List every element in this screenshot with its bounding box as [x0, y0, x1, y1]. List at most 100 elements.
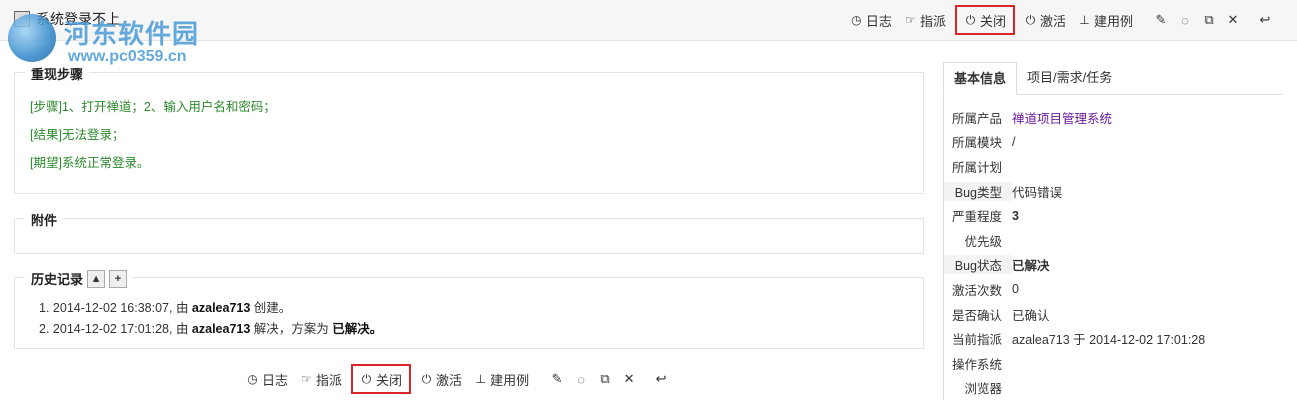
info-row-browser: 浏览器 [944, 376, 1283, 401]
activate-label: 激活 [1039, 13, 1066, 29]
history-action: 解决，方案为 [250, 322, 333, 336]
hand-point-icon: ☞ [905, 13, 916, 27]
info-label: Bug状态 [944, 255, 1012, 275]
comment-button[interactable]: ◌ [1173, 10, 1197, 30]
history-by: , 由 [169, 322, 192, 336]
info-label: 操作系统 [951, 357, 1002, 372]
basic-info-list: 所属产品 禅道项目管理系统 所属模块 / 所属计划 Bug类型 代码错误 严重程度 3 … [943, 95, 1283, 401]
info-row-activated: 激活次数 0 [944, 277, 1283, 302]
pencil-icon: ✎ [1155, 12, 1167, 27]
info-row-type: Bug类型 代码错误 [944, 179, 1283, 204]
close-label: 关闭 [979, 13, 1006, 29]
clock-icon: ◷ [851, 13, 862, 27]
info-label: 所属模块 [951, 136, 1002, 151]
steps-legend: 重现步骤 [25, 64, 90, 83]
expand-all-history-button[interactable]: + [109, 269, 128, 288]
log-button[interactable]: ◷ 日志 [844, 8, 898, 32]
copy-button[interactable]: ⧉ [593, 369, 617, 389]
assign-button[interactable]: ☞ 指派 [898, 8, 952, 32]
info-row-os: 操作系统 [944, 351, 1283, 376]
create-case-label: 建用例 [490, 372, 530, 388]
back-button[interactable]: ↩ [649, 369, 673, 389]
info-label: Bug类型 [944, 181, 1012, 201]
info-label: 所属计划 [951, 160, 1002, 175]
info-row-severity: 严重程度 3 [944, 203, 1283, 228]
edit-button[interactable]: ✎ [545, 369, 569, 389]
close-button[interactable]: ⏻ 关闭 [351, 364, 412, 394]
info-value: 3 [1012, 208, 1019, 223]
info-label: 所属产品 [951, 111, 1002, 126]
attachments-legend: 附件 [25, 210, 64, 229]
assign-button[interactable]: ☞ 指派 [294, 367, 348, 391]
info-row-product: 所属产品 禅道项目管理系统 [944, 105, 1283, 130]
power-icon: ⏻ [361, 371, 372, 386]
info-row-plan: 所属计划 [944, 154, 1283, 179]
tab-project-story-task[interactable]: 项目/需求/任务 [1017, 62, 1122, 94]
history-num: 1. [39, 301, 50, 315]
attachments-legend-label: 附件 [31, 213, 58, 228]
history-num: 2. [39, 322, 50, 336]
delete-button[interactable]: ✕ [1221, 10, 1245, 30]
info-value: 已确认 [1012, 308, 1050, 323]
delete-button[interactable]: ✕ [617, 369, 641, 389]
history-user: azalea713 [191, 322, 251, 336]
sitemap-icon: ⊥ [475, 372, 486, 386]
hand-point-icon: ☞ [301, 372, 312, 386]
activate-button[interactable]: ⏻ 激活 [414, 367, 468, 391]
result-line: [结果]无法登录； [30, 128, 125, 142]
log-button[interactable]: ◷ 日志 [240, 367, 294, 391]
create-case-button[interactable]: ⊥ 建用例 [1072, 8, 1139, 32]
info-value: / [1012, 134, 1016, 149]
steps-content: [步骤]1、打开禅道；2、输入用户名和密码； [结果]无法登录； [期望]系统正… [30, 93, 276, 177]
product-link[interactable]: 禅道项目管理系统 [1012, 108, 1112, 127]
info-row-status: Bug状态 已解决 [944, 253, 1283, 278]
attachments-section: 附件 [14, 210, 924, 254]
side-tabs: 基本信息 项目/需求/任务 [943, 62, 1283, 95]
create-case-label: 建用例 [1093, 13, 1133, 29]
assign-label: 指派 [316, 372, 343, 388]
pencil-icon: ✎ [551, 371, 563, 386]
tab-basic-info[interactable]: 基本信息 [943, 62, 1018, 95]
history-item: 2. 2014-12-02 17:01:28, 由 azalea713 解决，方… [39, 319, 382, 340]
page-header: 系统登录不上 ◷ 日志 ☞ 指派 ⏻ 关闭 ⏻ 激活 ⊥ 建用例 ✎ ◌ ⧉ ✕… [0, 0, 1297, 41]
collapse-history-button[interactable]: ▲ [87, 269, 106, 288]
info-label: 严重程度 [951, 210, 1002, 225]
edit-button[interactable]: ✎ [1149, 10, 1173, 30]
log-label: 日志 [865, 13, 892, 29]
expect-line: [期望]系统正常登录。 [30, 156, 150, 170]
back-button[interactable]: ↩ [1253, 10, 1277, 30]
side-panel: 基本信息 项目/需求/任务 所属产品 禅道项目管理系统 所属模块 / 所属计划 Bu… [943, 62, 1283, 401]
times-icon: ✕ [623, 371, 635, 386]
info-row-confirmed: 是否确认 已确认 [944, 302, 1283, 327]
close-button[interactable]: ⏻ 关闭 [954, 5, 1015, 35]
undo-icon: ↩ [655, 371, 667, 386]
clock-icon: ◷ [247, 372, 258, 386]
bug-id-badge [14, 11, 30, 27]
history-user: azalea713 [191, 301, 251, 315]
comment-icon: ◌ [1181, 12, 1189, 28]
info-row-assigned: 当前指派 azalea713 于 2014-12-02 17:01:28 [944, 326, 1283, 351]
history-list: 1. 2014-12-02 16:38:07, 由 azalea713 创建。 … [39, 298, 382, 340]
create-case-button[interactable]: ⊥ 建用例 [468, 367, 535, 391]
power-icon: ⏻ [965, 12, 976, 27]
info-label: 是否确认 [951, 308, 1002, 323]
history-date: 2014-12-02 16:38:07 [52, 301, 169, 315]
activate-button[interactable]: ⏻ 激活 [1018, 8, 1072, 32]
comment-button[interactable]: ◌ [569, 369, 593, 389]
info-label: 激活次数 [951, 283, 1002, 298]
info-row-priority: 优先级 [944, 228, 1283, 253]
step-line: [步骤]1、打开禅道；2、输入用户名和密码； [30, 100, 276, 114]
copy-button[interactable]: ⧉ [1197, 10, 1221, 30]
info-value: azalea713 于 2014-12-02 17:01:28 [1012, 333, 1206, 348]
top-toolbar: ◷ 日志 ☞ 指派 ⏻ 关闭 ⏻ 激活 ⊥ 建用例 ✎ ◌ ⧉ ✕ ↩ [844, 5, 1277, 35]
activate-label: 激活 [436, 372, 463, 388]
undo-icon: ↩ [1259, 12, 1271, 27]
steps-legend-label: 重现步骤 [31, 67, 84, 82]
history-by: , 由 [169, 301, 192, 315]
info-label: 浏览器 [964, 382, 1002, 397]
times-icon: ✕ [1227, 12, 1239, 27]
steps-section: 重现步骤 [步骤]1、打开禅道；2、输入用户名和密码； [结果]无法登录； [期… [14, 64, 924, 194]
info-value: 代码错误 [1012, 185, 1063, 200]
info-value: 已解决 [1012, 259, 1050, 274]
history-section: 历史记录 ▲ + 1. 2014-12-02 16:38:07, 由 azale… [14, 269, 924, 349]
